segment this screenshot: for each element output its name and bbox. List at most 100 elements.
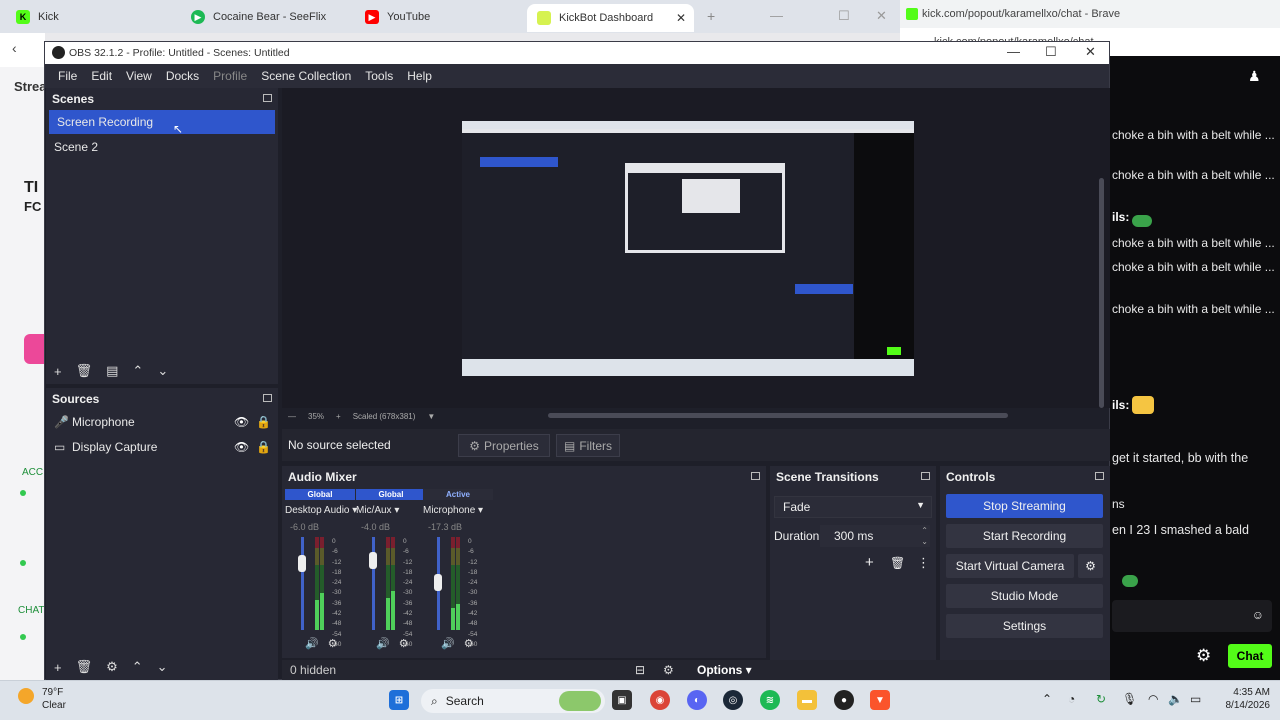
maximize-icon[interactable]: ☐ [838,8,850,24]
chat-send-button[interactable]: Chat [1228,644,1272,668]
windows-start-icon[interactable]: ⊞ [389,690,409,710]
wifi-icon[interactable]: ◠ [1148,692,1158,706]
steam-icon[interactable]: ◎ [723,690,743,710]
filter-icon[interactable]: ▤ [106,363,118,379]
obs-icon[interactable]: ● [834,690,854,710]
properties-button[interactable]: ⚙ Properties [458,434,550,457]
battery-icon[interactable]: ▭ [1190,692,1201,706]
tray-app-icon[interactable]: ◔ [1068,692,1075,706]
lock-icon[interactable]: 🔒 [256,415,271,429]
close-tab-icon[interactable]: ✕ [676,11,686,25]
menu-profile[interactable]: Profile [206,69,254,83]
undock-icon[interactable] [1095,472,1104,480]
task-view-icon[interactable]: ▣ [612,690,632,710]
eye-icon[interactable]: 👁 [234,440,249,454]
menu-scene-collection[interactable]: Scene Collection [254,69,358,83]
speaker-icon[interactable]: 🔊 [376,637,390,650]
spotify-icon[interactable]: ≋ [760,690,780,710]
monitor-settings-icon[interactable]: ⚙ [399,637,409,650]
spinner-icon[interactable]: ⌃ ⌄ [921,525,928,547]
monitor-settings-icon[interactable]: ⚙ [328,637,338,650]
chevron-down-icon[interactable]: ⌄ [157,659,168,675]
more-options-icon[interactable]: ⋮ [917,555,930,571]
speaker-icon[interactable]: 🔊 [305,637,319,650]
scene-item-screen-recording[interactable]: Screen Recording [49,110,275,134]
menu-tools[interactable]: Tools [358,69,400,83]
tray-app-icon[interactable]: ↻ [1096,692,1106,706]
microphone-icon[interactable]: 🎙 [1122,692,1137,706]
zoom-out-icon[interactable]: — [288,412,296,421]
lock-icon[interactable]: 🔒 [256,440,271,454]
source-item-display-capture[interactable]: ▭ Display Capture 👁 🔒 [46,435,278,459]
transition-select[interactable]: Fade ▼ [774,496,932,518]
trash-icon[interactable]: 🗑 [890,556,905,570]
mixer-settings-icon[interactable]: ⚙ [663,663,674,677]
trash-icon[interactable]: 🗑 [76,363,93,379]
virtual-camera-settings-button[interactable]: ⚙ [1078,554,1103,578]
chat-input[interactable]: ☺ [1112,600,1272,632]
menu-file[interactable]: File [51,69,84,83]
minimize-icon[interactable]: — [770,8,783,23]
new-tab-icon[interactable]: + [707,8,715,24]
maximize-icon[interactable]: ☐ [1045,44,1057,60]
menu-help[interactable]: Help [400,69,439,83]
file-explorer-icon[interactable]: ▬ [797,690,817,710]
channel-name[interactable]: Mic/Aux ▾ [356,505,426,516]
volume-slider-knob[interactable] [298,555,306,572]
menu-docks[interactable]: Docks [159,69,206,83]
chevron-up-icon[interactable]: ⌃ [132,659,143,675]
browser-tab-kickbot[interactable]: KickBot Dashboard ✕ [527,4,694,32]
trash-icon[interactable]: 🗑 [76,659,93,675]
volume-icon[interactable]: 🔈 [1168,692,1183,706]
browser-tab-seeflix[interactable]: ▶ Cocaine Bear - SeeFlix [181,5,356,29]
gear-icon[interactable]: ⚙ [106,659,118,675]
system-clock[interactable]: 4:35 AM 8/14/2026 [1222,686,1271,712]
chevron-up-icon[interactable]: ⌃ [132,363,143,379]
users-icon[interactable]: ♟ [1248,68,1261,85]
volume-slider[interactable] [372,537,375,630]
options-menu[interactable]: Options ▾ [697,663,752,677]
chrome-icon[interactable]: ◉ [650,690,670,710]
volume-slider-knob[interactable] [434,574,442,591]
minimize-icon[interactable]: — [1007,44,1020,59]
brave-icon[interactable]: ▼ [870,690,890,710]
browser-tab-kick[interactable]: K Kick [6,5,181,29]
preview-scrollbar-v[interactable] [1099,178,1104,408]
chevron-down-icon[interactable]: ⌄ [157,363,168,379]
filters-button[interactable]: ▤ Filters [556,434,620,457]
channel-name[interactable]: Microphone ▾ [423,505,493,516]
start-recording-button[interactable]: Start Recording [946,524,1103,548]
discord-icon[interactable]: ◐ [687,690,707,710]
channel-name[interactable]: Desktop Audio ▾ [285,505,357,516]
undock-icon[interactable] [263,94,272,102]
monitor-settings-icon[interactable]: ⚙ [464,637,474,650]
menu-edit[interactable]: Edit [84,69,119,83]
scene-item-scene-2[interactable]: Scene 2 [46,135,278,159]
preview-scrollbar-h[interactable] [548,413,1008,418]
close-icon[interactable]: ✕ [876,8,887,24]
undock-icon[interactable] [751,472,760,480]
stop-streaming-button[interactable]: Stop Streaming [946,494,1103,518]
weather-widget[interactable]: 79°F Clear [18,686,66,712]
add-icon[interactable]: + [54,364,62,379]
zoom-in-icon[interactable]: + [336,412,341,421]
duration-input[interactable]: 300 ms ⌃ ⌄ [820,525,930,547]
layout-icon[interactable]: ⊟ [635,663,645,677]
settings-button[interactable]: Settings [946,614,1103,638]
menu-view[interactable]: View [119,69,159,83]
eye-icon[interactable]: 👁 [234,415,249,429]
browser-tab-youtube[interactable]: ▶ YouTube [355,5,530,29]
emoji-icon[interactable]: ☺ [1252,608,1264,622]
undock-icon[interactable] [263,394,272,402]
taskbar-search[interactable]: ⌕ Search [421,689,605,713]
studio-mode-button[interactable]: Studio Mode [946,584,1103,608]
add-icon[interactable]: + [54,660,62,675]
add-icon[interactable]: + [865,554,874,571]
gear-icon[interactable]: ⚙ [1196,646,1211,666]
tray-chevron-icon[interactable]: ⌃ [1042,692,1052,706]
close-icon[interactable]: ✕ [1085,44,1096,60]
volume-slider[interactable] [301,537,304,630]
volume-slider-knob[interactable] [369,552,377,569]
chevron-down-icon[interactable]: ▼ [427,412,435,421]
start-virtual-camera-button[interactable]: Start Virtual Camera [946,554,1074,578]
